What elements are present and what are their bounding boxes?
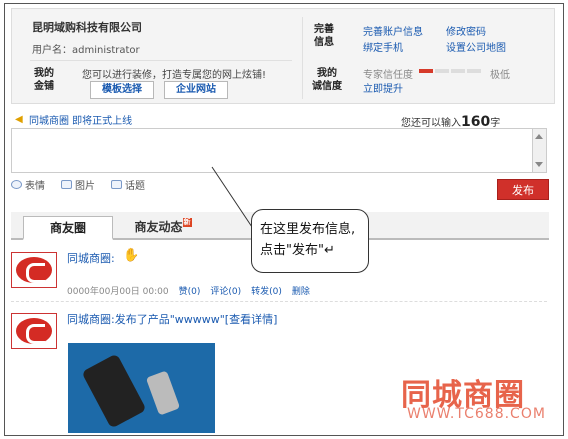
watermark-url: WWW.TC688.COM: [407, 406, 546, 422]
notice-text[interactable]: 同城商圈 即将正式上线: [29, 112, 132, 127]
username: administrator: [72, 45, 140, 56]
tab-circle[interactable]: 商友圈: [23, 216, 113, 240]
composer-toolbar: 表情 图片 话题: [11, 177, 145, 192]
company-site-button[interactable]: 企业网站: [164, 81, 228, 99]
watermark: 同城商圈 WWW.TC688.COM: [401, 368, 561, 424]
topic-button[interactable]: 话题: [111, 177, 145, 192]
metal-part: [145, 370, 181, 416]
credit-bar-segment: [419, 69, 433, 73]
delete-link[interactable]: 删除: [292, 284, 310, 297]
post-meta: 0000年00月00日 00:00 赞(0) 评论(0) 转发(0) 删除: [67, 284, 310, 297]
post-title[interactable]: 同城商圈:发布了产品"wwwww"[查看详情]: [67, 311, 277, 327]
scroll-down-icon[interactable]: [535, 162, 543, 167]
post-date: 0000年00月00日 00:00: [67, 287, 169, 297]
credit-bar-segment: [451, 69, 465, 73]
scroll-up-icon[interactable]: [535, 134, 543, 139]
bind-phone-link[interactable]: 绑定手机: [363, 39, 403, 54]
handshake-icon: ✋: [123, 248, 140, 263]
app-frame: 昆明域购科技有限公司 用户名：administrator 我的 金铺 您可以进行装…: [4, 3, 564, 436]
tab-dynamics[interactable]: 商友动态新: [123, 216, 203, 240]
shop-label: 我的 金铺: [34, 68, 54, 92]
emoji-button[interactable]: 表情: [11, 177, 45, 192]
shop-description: 您可以进行装修，打造专属您的网上炫铺!: [82, 70, 267, 81]
post-textarea[interactable]: [11, 128, 547, 173]
callout-tooltip: 在这里发布信息,点击"发布"↵: [251, 209, 369, 273]
topic-icon: [111, 180, 122, 189]
smiley-icon: [11, 180, 22, 189]
credit-label: 我的 诚信度: [312, 68, 342, 92]
company-logo-icon[interactable]: [11, 313, 57, 349]
picture-icon: [61, 180, 72, 189]
credit-bar-segment: [435, 69, 449, 73]
credit-meter: [419, 69, 481, 73]
user-line: 用户名：administrator: [32, 41, 140, 56]
improve-credit-link[interactable]: 立即提升: [363, 80, 403, 95]
info-label: 完善 信息: [314, 24, 334, 48]
set-map-link[interactable]: 设置公司地图: [446, 39, 506, 54]
change-password-link[interactable]: 修改密码: [446, 23, 486, 38]
template-select-button[interactable]: 模板选择: [90, 81, 154, 99]
credit-text: 专家信任度: [363, 70, 413, 81]
textarea-scrollbar[interactable]: [532, 129, 546, 172]
account-panel: 昆明域购科技有限公司 用户名：administrator 我的 金铺 您可以进行装…: [11, 8, 555, 104]
company-logo-icon[interactable]: [11, 252, 57, 288]
divider: [302, 17, 303, 99]
divider: [11, 301, 547, 302]
new-badge: 新: [182, 218, 192, 227]
credit-level: 极低: [490, 70, 510, 81]
like-link[interactable]: 赞(0): [179, 284, 201, 297]
divider: [30, 60, 292, 61]
speaker-icon: ◀: [15, 114, 23, 125]
product-image[interactable]: [68, 343, 215, 433]
company-name: 昆明域购科技有限公司: [32, 21, 142, 34]
post-title[interactable]: 同城商圈:: [67, 250, 115, 266]
comment-link[interactable]: 评论(0): [210, 284, 241, 297]
rubber-bellows-part: [81, 353, 147, 429]
publish-button[interactable]: 发布: [497, 179, 549, 200]
image-button[interactable]: 图片: [61, 177, 95, 192]
user-label: 用户名：: [32, 45, 72, 56]
notice-bar[interactable]: ◀ 同城商圈 即将正式上线: [15, 112, 132, 128]
complete-account-link[interactable]: 完善账户信息: [363, 23, 423, 38]
forward-link[interactable]: 转发(0): [251, 284, 282, 297]
credit-bar-segment: [467, 69, 481, 73]
